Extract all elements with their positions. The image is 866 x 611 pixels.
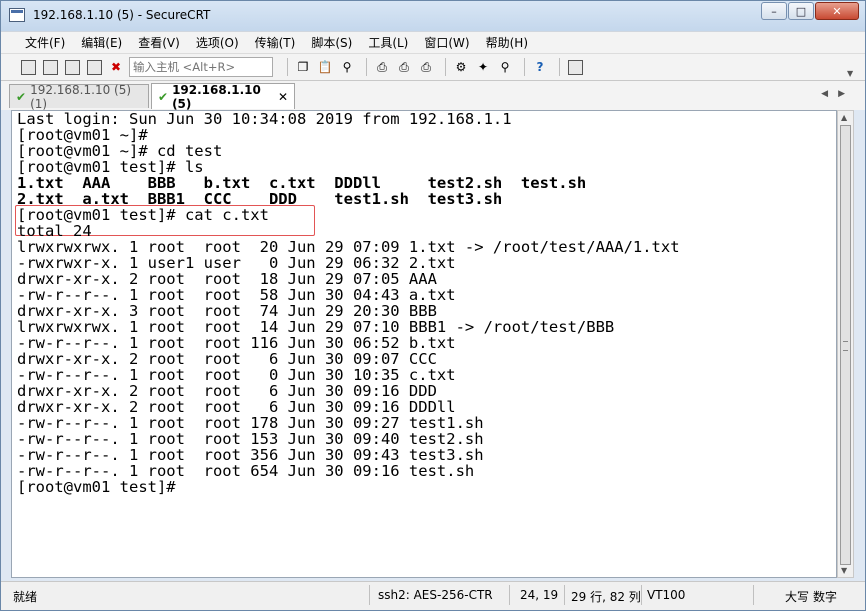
toolbar: ✖ ❐ 📋 ⚲ ⎙ ⎙ ⎙ ⚙ ✦ ⚲ ? xyxy=(1,53,865,81)
app-icon xyxy=(9,8,25,22)
status-num: 数字 xyxy=(813,590,838,604)
printer-icon[interactable]: ⎙ xyxy=(417,58,435,76)
terminal-line: drwxr-xr-x. 2 root root 6 Jun 30 09:07 C… xyxy=(17,350,437,368)
tab-scroll-icons[interactable]: ◀▶ xyxy=(821,89,855,99)
scroll-up-icon[interactable]: ▲ xyxy=(841,113,847,122)
menu-options[interactable]: 选项(O) xyxy=(188,32,247,53)
status-cursor: 24, 19 xyxy=(520,588,559,602)
menu-file[interactable]: 文件(F) xyxy=(17,32,73,53)
tab-close-icon[interactable]: ✕ xyxy=(278,90,288,104)
status-term: VT100 xyxy=(647,588,686,602)
terminal-line: drwxr-xr-x. 2 root root 6 Jun 30 09:16 D… xyxy=(17,382,437,400)
terminal-line: drwxr-xr-x. 2 root root 18 Jun 29 07:05 … xyxy=(17,270,437,288)
check-icon: ✔ xyxy=(158,89,169,104)
tab-session-1[interactable]: ✔ 192.168.1.10 (5) (1) xyxy=(9,82,149,111)
toolbar-separator xyxy=(445,58,446,76)
global-options-icon[interactable]: ✦ xyxy=(474,58,492,76)
reconnect-icon[interactable] xyxy=(85,58,103,76)
terminal-line: 1.txt AAA BBB b.txt c.txt DDDll test2.sh… xyxy=(17,174,587,192)
tab-label: 192.168.1.10 (5) (1) xyxy=(30,82,132,111)
terminal-view[interactable]: Last login: Sun Jun 30 10:34:08 2019 fro… xyxy=(11,110,837,578)
terminal-line: -rw-r--r--. 1 root root 654 Jun 30 09:16… xyxy=(17,462,475,480)
status-cipher: ssh2: AES-256-CTR xyxy=(378,588,493,602)
terminal-line: -rw-r--r--. 1 root root 116 Jun 30 06:52… xyxy=(17,334,456,352)
window-controls: – □ ✕ xyxy=(760,2,859,20)
terminal-line: [root@vm01 ~]# cd test xyxy=(17,142,223,160)
terminal-output: Last login: Sun Jun 30 10:34:08 2019 fro… xyxy=(17,111,680,495)
disconnect-icon[interactable]: ✖ xyxy=(107,58,125,76)
toolbar-separator xyxy=(366,58,367,76)
connect-icon[interactable] xyxy=(19,58,37,76)
connect-tab-icon[interactable] xyxy=(63,58,81,76)
menu-tools[interactable]: 工具(L) xyxy=(360,32,416,53)
terminal-line: [root@vm01 ~]# xyxy=(17,126,148,144)
paste-icon[interactable]: 📋 xyxy=(316,58,334,76)
scroll-down-icon[interactable]: ▼ xyxy=(841,566,847,575)
copy-icon[interactable]: ❐ xyxy=(294,58,312,76)
menu-bar: 文件(F) 编辑(E) 查看(V) 选项(O) 传输(T) 脚本(S) 工具(L… xyxy=(1,31,865,53)
print-selection-icon[interactable]: ⎙ xyxy=(395,58,413,76)
terminal-line: [root@vm01 test]# ls xyxy=(17,158,204,176)
terminal-line: lrwxrwxrwx. 1 root root 14 Jun 29 07:10 … xyxy=(17,318,615,336)
menu-view[interactable]: 查看(V) xyxy=(130,32,188,53)
scrollbar-thumb[interactable] xyxy=(840,125,851,565)
toolbar-separator xyxy=(559,58,560,76)
tab-session-active[interactable]: ✔ 192.168.1.10 (5) ✕ xyxy=(151,82,295,111)
status-ready: 就绪 xyxy=(13,590,38,604)
window-title: 192.168.1.10 (5) - SecureCRT xyxy=(33,8,211,22)
status-size: 29 行, 82 列 xyxy=(571,590,641,604)
terminal-line: [root@vm01 test]# xyxy=(17,478,176,496)
keymap-icon[interactable]: ⚲ xyxy=(496,58,514,76)
close-button[interactable]: ✕ xyxy=(815,2,859,20)
toolbar-scroll-icon[interactable]: ▼ xyxy=(847,69,853,78)
vertical-scrollbar[interactable]: ▲ ▼ xyxy=(837,110,854,578)
menu-script[interactable]: 脚本(S) xyxy=(303,32,360,53)
quick-connect-icon[interactable] xyxy=(41,58,59,76)
terminal-line: 2.txt a.txt BBB1 CCC DDD test1.sh test3.… xyxy=(17,190,503,208)
terminal-line: lrwxrwxrwx. 1 root root 20 Jun 29 07:09 … xyxy=(17,238,680,256)
menu-help[interactable]: 帮助(H) xyxy=(478,32,536,53)
terminal-line: [root@vm01 test]# cat c.txt xyxy=(17,206,269,224)
status-bar: 就绪 ssh2: AES-256-CTR 24, 19 29 行, 82 列 V… xyxy=(1,581,865,610)
session-options-icon[interactable]: ⚙ xyxy=(452,58,470,76)
title-bar[interactable]: 192.168.1.10 (5) - SecureCRT – □ ✕ xyxy=(1,1,865,31)
minimize-button[interactable]: – xyxy=(761,2,787,20)
menu-edit[interactable]: 编辑(E) xyxy=(73,32,130,53)
toolbar-separator xyxy=(287,58,288,76)
status-caps: 大写 xyxy=(785,590,810,604)
terminal-line: -rw-r--r--. 1 root root 178 Jun 30 09:27… xyxy=(17,414,484,432)
terminal-line: -rwxrwxr-x. 1 user1 user 0 Jun 29 06:32 … xyxy=(17,254,456,272)
terminal-line: -rw-r--r--. 1 root root 153 Jun 30 09:40… xyxy=(17,430,484,448)
maximize-button[interactable]: □ xyxy=(788,2,814,20)
help-icon[interactable]: ? xyxy=(531,58,549,76)
terminal-line: Last login: Sun Jun 30 10:34:08 2019 fro… xyxy=(17,110,512,128)
sftp-icon[interactable] xyxy=(566,58,584,76)
find-icon[interactable]: ⚲ xyxy=(338,58,356,76)
check-icon: ✔ xyxy=(16,89,27,104)
tab-bar: ✔ 192.168.1.10 (5) (1) ✔ 192.168.1.10 (5… xyxy=(1,81,865,111)
terminal-line: drwxr-xr-x. 2 root root 6 Jun 30 09:16 D… xyxy=(17,398,456,416)
host-input[interactable] xyxy=(129,57,273,77)
tab-label: 192.168.1.10 (5) xyxy=(172,82,261,111)
toolbar-separator xyxy=(524,58,525,76)
terminal-line: -rw-r--r--. 1 root root 58 Jun 30 04:43 … xyxy=(17,286,456,304)
menu-window[interactable]: 窗口(W) xyxy=(416,32,477,53)
print-icon[interactable]: ⎙ xyxy=(373,58,391,76)
menu-transfer[interactable]: 传输(T) xyxy=(247,32,304,53)
securecrt-window: 192.168.1.10 (5) - SecureCRT – □ ✕ 文件(F)… xyxy=(0,0,866,611)
terminal-line: total 24 xyxy=(17,222,92,240)
terminal-line: drwxr-xr-x. 3 root root 74 Jun 29 20:30 … xyxy=(17,302,437,320)
terminal-line: -rw-r--r--. 1 root root 356 Jun 30 09:43… xyxy=(17,446,484,464)
terminal-line: -rw-r--r--. 1 root root 0 Jun 30 10:35 c… xyxy=(17,366,456,384)
